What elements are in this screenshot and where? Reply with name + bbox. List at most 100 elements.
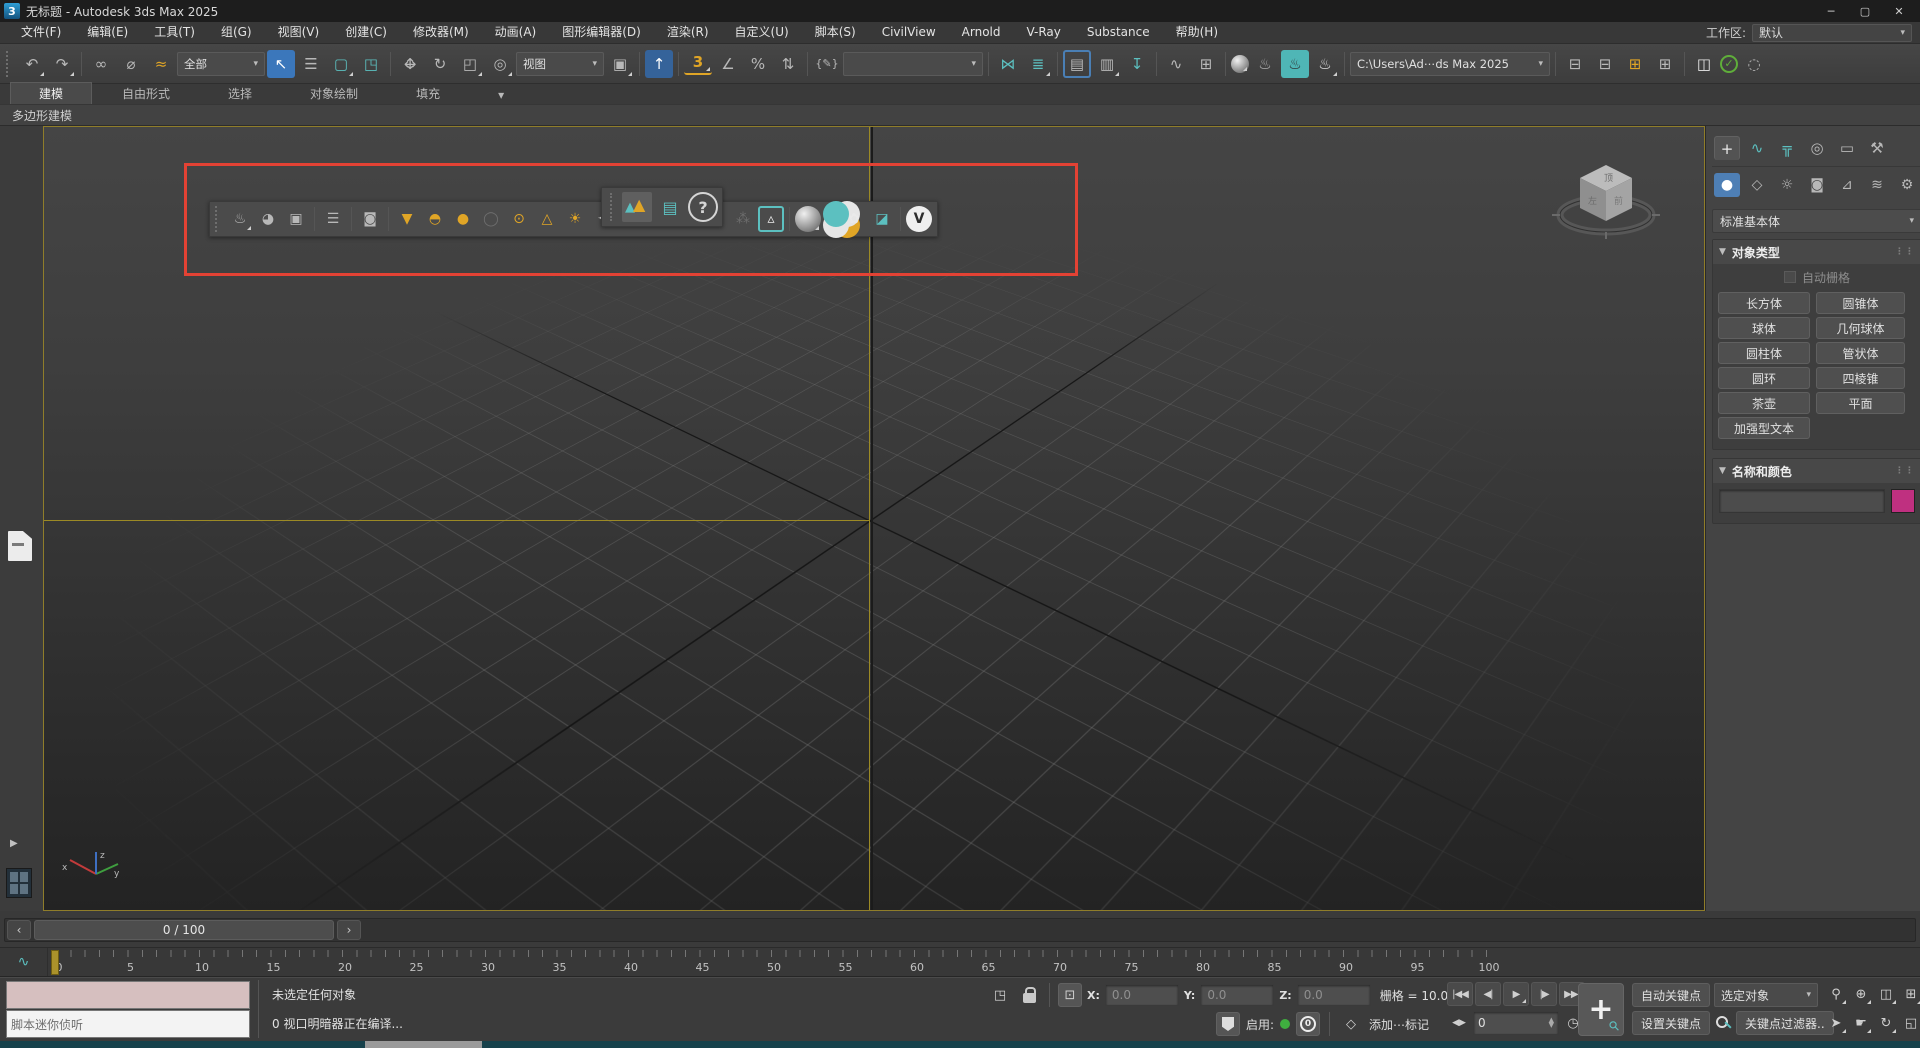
name-color-rollout-header[interactable]: ▼ 名称和颜色 ⋮⋮	[1713, 459, 1920, 483]
bind-spacewarp-button[interactable]: ≈	[147, 50, 175, 78]
render-button[interactable]: ♨	[1311, 50, 1339, 78]
select-rotate-button[interactable]: ↻	[426, 50, 454, 78]
vray-decal-button[interactable]: ▵	[758, 206, 784, 232]
selection-filter-dropdown[interactable]: 全部▾	[177, 52, 265, 76]
menu-tools[interactable]: 工具(T)	[141, 22, 208, 43]
zoom-all-button[interactable]: ⊕	[1849, 982, 1873, 1006]
create-subtab-geometry[interactable]: ●	[1714, 173, 1740, 197]
set-keys-button[interactable]: +	[1578, 983, 1624, 1036]
vray-dome-light-button[interactable]: ◓	[422, 206, 448, 232]
vray-help-button[interactable]: ?	[688, 192, 718, 222]
menu-group[interactable]: 组(G)	[208, 22, 265, 43]
isolate-selection-button[interactable]: ◳	[988, 983, 1012, 1007]
primitive-box-button[interactable]: 长方体	[1718, 292, 1810, 314]
ref-coordsys-dropdown[interactable]: 视图▾	[516, 52, 604, 76]
align-button[interactable]: ≣	[1024, 50, 1052, 78]
vray-mesh-light-button[interactable]: △	[534, 206, 560, 232]
menu-arnold[interactable]: Arnold	[949, 22, 1014, 43]
layer-explorer-toggle[interactable]: ▥	[1093, 50, 1121, 78]
scene-container-button-2[interactable]: ⊟	[1591, 50, 1619, 78]
previous-frame-button[interactable]: ◀|	[1475, 982, 1501, 1006]
menu-file[interactable]: 文件(F)	[8, 22, 74, 43]
mirror-button[interactable]: ⋈	[994, 50, 1022, 78]
add-time-tag-button[interactable]: 添加⋯标记	[1369, 1016, 1429, 1033]
undo-button[interactable]: ↶	[18, 50, 46, 78]
create-subtab-lights[interactable]: ☼	[1774, 173, 1800, 197]
minimize-button[interactable]: ─	[1814, 1, 1848, 21]
absolute-mode-button[interactable]: ⊡	[1058, 983, 1082, 1007]
zoom-extents-button[interactable]: ◫	[1874, 982, 1898, 1006]
primitive-sphere-button[interactable]: 球体	[1718, 317, 1810, 339]
vray-plane-light-button[interactable]: ▼	[394, 206, 420, 232]
vray-frame-buffer-button[interactable]: ◕	[255, 206, 281, 232]
menu-modifiers[interactable]: 修改器(M)	[400, 22, 482, 43]
auto-key-button[interactable]: 自动关键点	[1632, 983, 1710, 1007]
macro-recorder-field[interactable]	[6, 981, 250, 1009]
set-key-button[interactable]: 设置关键点	[1632, 1011, 1710, 1035]
ribbon-tab-modeling[interactable]: 建模	[10, 82, 92, 104]
layout-flyout-button[interactable]: ▶	[10, 838, 18, 849]
workspace-dropdown[interactable]: 默认 ▾	[1752, 24, 1912, 42]
vray-list-document-button[interactable]: ▤	[655, 192, 685, 222]
rendered-frame-window-button[interactable]: ♨	[1281, 50, 1309, 78]
vray-disc-light-button[interactable]: ⊙	[506, 206, 532, 232]
license-check-icon[interactable]: ✓	[1720, 55, 1738, 73]
select-scale-button[interactable]: ◰	[456, 50, 484, 78]
next-frame-button[interactable]: |▶	[1531, 982, 1557, 1006]
vray-sun-light-button[interactable]: ☀	[562, 206, 588, 232]
time-slider-handle[interactable]: 0 / 100	[34, 920, 334, 940]
autogrid-checkbox[interactable]	[1784, 271, 1796, 283]
ribbon-tab-freeform[interactable]: 自由形式	[94, 83, 198, 104]
zero-counter-button[interactable]: 0	[1296, 1012, 1320, 1036]
timeline-playhead[interactable]	[51, 950, 59, 975]
close-button[interactable]: ✕	[1882, 1, 1916, 21]
render-setup-button[interactable]: ♨	[1251, 50, 1279, 78]
viewport-layout-tab[interactable]	[8, 531, 32, 561]
keyboard-override-button[interactable]: ↑	[645, 50, 673, 78]
vray-color-palette-button[interactable]: ✿	[841, 206, 867, 232]
schematic-view-button[interactable]: ⊞	[1192, 50, 1220, 78]
object-name-field[interactable]	[1719, 489, 1885, 513]
primitive-torus-button[interactable]: 圆环	[1718, 367, 1810, 389]
select-place-button[interactable]: ◎	[486, 50, 514, 78]
panel-tab-modify[interactable]: ∿	[1744, 136, 1770, 160]
create-subtab-systems[interactable]: ⚙	[1894, 173, 1920, 197]
perspective-viewport[interactable]: ♨◕▣☰◙▼◓●◯⊙△☀✦◔◑△∷⁂▵✿◪V ▲▲▤? 顶 左 前	[43, 126, 1705, 911]
category-dropdown[interactable]: 标准基本体 ▾	[1712, 209, 1920, 233]
vray-light-lister-button[interactable]: ☰	[320, 206, 346, 232]
toolbar-grip[interactable]	[215, 206, 221, 232]
timeline-ruler[interactable]: 0510152025303540455055606570758085909510…	[48, 948, 1500, 976]
y-coordinate-field[interactable]: 0.0	[1200, 984, 1274, 1006]
vray-asset-browser-button[interactable]: ▣	[283, 206, 309, 232]
menu-animation[interactable]: 动画(A)	[482, 22, 550, 43]
vray-material-converter-button[interactable]: ◪	[869, 206, 895, 232]
curve-editor-button[interactable]: ∿	[1162, 50, 1190, 78]
shading-shield-button[interactable]	[1216, 1012, 1240, 1036]
ribbon-subrow[interactable]: 多边形建模	[0, 104, 1920, 126]
z-coordinate-field[interactable]: 0.0	[1297, 984, 1371, 1006]
x-coordinate-field[interactable]: 0.0	[1105, 984, 1179, 1006]
vray-sphere-light-button[interactable]: ●	[450, 206, 476, 232]
selection-set-dropdown[interactable]: 选定对象 ▾	[1714, 983, 1818, 1007]
maximize-button[interactable]: ▢	[1848, 1, 1882, 21]
ribbon-tab-populate[interactable]: 填充	[388, 83, 468, 104]
listener-field[interactable]: 脚本迷你侦听	[6, 1010, 250, 1038]
scene-container-button-1[interactable]: ⊟	[1561, 50, 1589, 78]
panel-tab-motion[interactable]: ◎	[1804, 136, 1830, 160]
project-path-dropdown[interactable]: C:\Users\Ad⋯ds Max 2025▾	[1350, 52, 1550, 76]
selection-region-button[interactable]: ▢	[327, 50, 355, 78]
menu-views[interactable]: 视图(V)	[265, 22, 333, 43]
panel-tab-hierarchy[interactable]: ╦	[1774, 136, 1800, 160]
scene-container-button-4[interactable]: ⊞	[1651, 50, 1679, 78]
orbit-button[interactable]: ↻	[1874, 1011, 1898, 1035]
snap-toggle-button[interactable]: 3	[684, 53, 712, 75]
layout-grid-button[interactable]	[6, 868, 32, 898]
primitive-pyramid-button[interactable]: 四棱锥	[1816, 367, 1905, 389]
select-link-button[interactable]: ∞	[87, 50, 115, 78]
menu-customize[interactable]: 自定义(U)	[722, 22, 802, 43]
spinner-icon[interactable]: ▲▼	[1549, 1018, 1554, 1028]
key-mode-toggle[interactable]: ◀▶	[1447, 1011, 1471, 1035]
named-selection-sets-button[interactable]: {✎}	[813, 50, 841, 78]
object-type-rollout-header[interactable]: ▼ 对象类型 ⋮⋮	[1713, 240, 1920, 264]
zoom-button[interactable]: ⚲	[1824, 982, 1848, 1006]
